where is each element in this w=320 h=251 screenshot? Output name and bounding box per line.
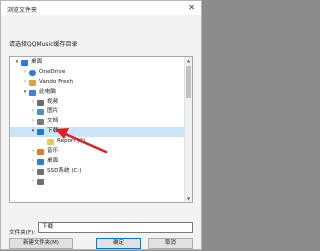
window-title: 浏览文件夹	[7, 7, 38, 14]
tree-item-label: Report (2)	[57, 138, 86, 145]
expand-chevron-icon[interactable]: ›	[30, 98, 36, 108]
cancel-button[interactable]: 取消	[148, 238, 193, 249]
tree-item-label: Vando Fresh	[39, 78, 74, 85]
documents-folder-icon	[37, 119, 44, 126]
tree-item[interactable]: › 文档	[10, 117, 186, 127]
folder-field-label: 文件夹(F):	[9, 230, 36, 236]
expand-chevron-icon[interactable]: ▾	[30, 127, 36, 137]
tree-item[interactable]: › 音乐	[10, 147, 186, 157]
tree-item[interactable]: ▾ 下载	[10, 127, 186, 138]
tree-item[interactable]: › OneDrive	[10, 68, 186, 78]
tree-item-label: 文档	[47, 118, 59, 125]
tree-item-label: 桌面	[47, 157, 59, 164]
tree-item[interactable]: › SSD系统 (C:)	[10, 167, 186, 177]
tree-item[interactable]: › 图片	[10, 107, 186, 117]
tree-item-label: OneDrive	[39, 68, 66, 75]
expand-chevron-icon[interactable]: ›	[30, 167, 36, 177]
tree-item-label: SSD系统 (C:)	[47, 167, 82, 174]
folder-icon	[47, 139, 54, 146]
title-bar: 浏览文件夹 ✕	[1, 1, 201, 15]
desktop-folder-icon	[37, 158, 44, 165]
tree-item-label: 视频	[47, 98, 59, 105]
tree-item[interactable]: ▾ 此电脑	[10, 88, 186, 98]
folder-input[interactable]: 下载	[38, 222, 193, 233]
expand-chevron-icon[interactable]: ›	[30, 117, 36, 127]
user-icon	[29, 79, 36, 86]
tree-item[interactable]: ▾ 桌面	[10, 58, 186, 68]
instruction-text: 请选择QQMusic缓存目录	[9, 41, 78, 48]
tree-item[interactable]: ›	[10, 177, 186, 187]
tree-item-label: 图片	[47, 108, 59, 115]
pictures-folder-icon	[37, 109, 44, 116]
scroll-up-icon[interactable]: ▲	[185, 57, 192, 64]
expand-chevron-icon[interactable]: ▾	[14, 58, 20, 68]
expand-chevron-icon[interactable]: ›	[30, 147, 36, 157]
scroll-thumb[interactable]	[186, 66, 191, 98]
tree-scrollbar[interactable]: ▲ ▼	[184, 57, 192, 202]
desktop-icon	[21, 60, 28, 66]
browse-folder-dialog: 浏览文件夹 ✕ 请选择QQMusic缓存目录 ▾ 桌面 › OneDrive › Vand…	[0, 0, 202, 250]
downloads-folder-icon	[37, 129, 44, 136]
ok-button[interactable]: 确定	[96, 238, 141, 249]
new-folder-button[interactable]: 新建文件夹(M)	[9, 238, 73, 249]
video-folder-icon	[37, 99, 44, 106]
folder-tree-list: ▾ 桌面 › OneDrive › Vando Fresh ▾ 此电脑 › 视频 › 图片 › 文档 ▾ 下载…	[10, 58, 186, 187]
expand-chevron-icon[interactable]: ›	[22, 68, 28, 78]
expand-chevron-icon[interactable]: ›	[22, 78, 28, 88]
drive-icon	[37, 168, 44, 175]
close-icon[interactable]: ✕	[188, 3, 195, 12]
tree-item[interactable]: › 视频	[10, 98, 186, 108]
tree-item-label: 音乐	[47, 148, 59, 155]
tree-item-label: 此电脑	[39, 88, 56, 95]
cloud-icon	[29, 69, 36, 76]
expand-chevron-icon[interactable]: ›	[30, 157, 36, 167]
folder-tree[interactable]: ▾ 桌面 › OneDrive › Vando Fresh ▾ 此电脑 › 视频 › 图片 › 文档 ▾ 下载…	[9, 56, 193, 203]
expand-chevron-icon[interactable]: ›	[30, 177, 36, 187]
tree-item-label: 桌面	[31, 59, 43, 65]
scroll-down-icon[interactable]: ▼	[185, 195, 192, 202]
music-folder-icon	[37, 149, 44, 156]
expand-chevron-icon[interactable]: ›	[30, 107, 36, 117]
drive-icon	[37, 178, 44, 185]
tree-item[interactable]: › Vando Fresh	[10, 78, 186, 88]
tree-item[interactable]: Report (2)	[10, 137, 186, 147]
tree-item-label: 下载	[47, 128, 59, 135]
expand-chevron-icon[interactable]: ▾	[22, 88, 28, 98]
tree-item[interactable]: › 桌面	[10, 157, 186, 167]
computer-icon	[29, 89, 36, 96]
